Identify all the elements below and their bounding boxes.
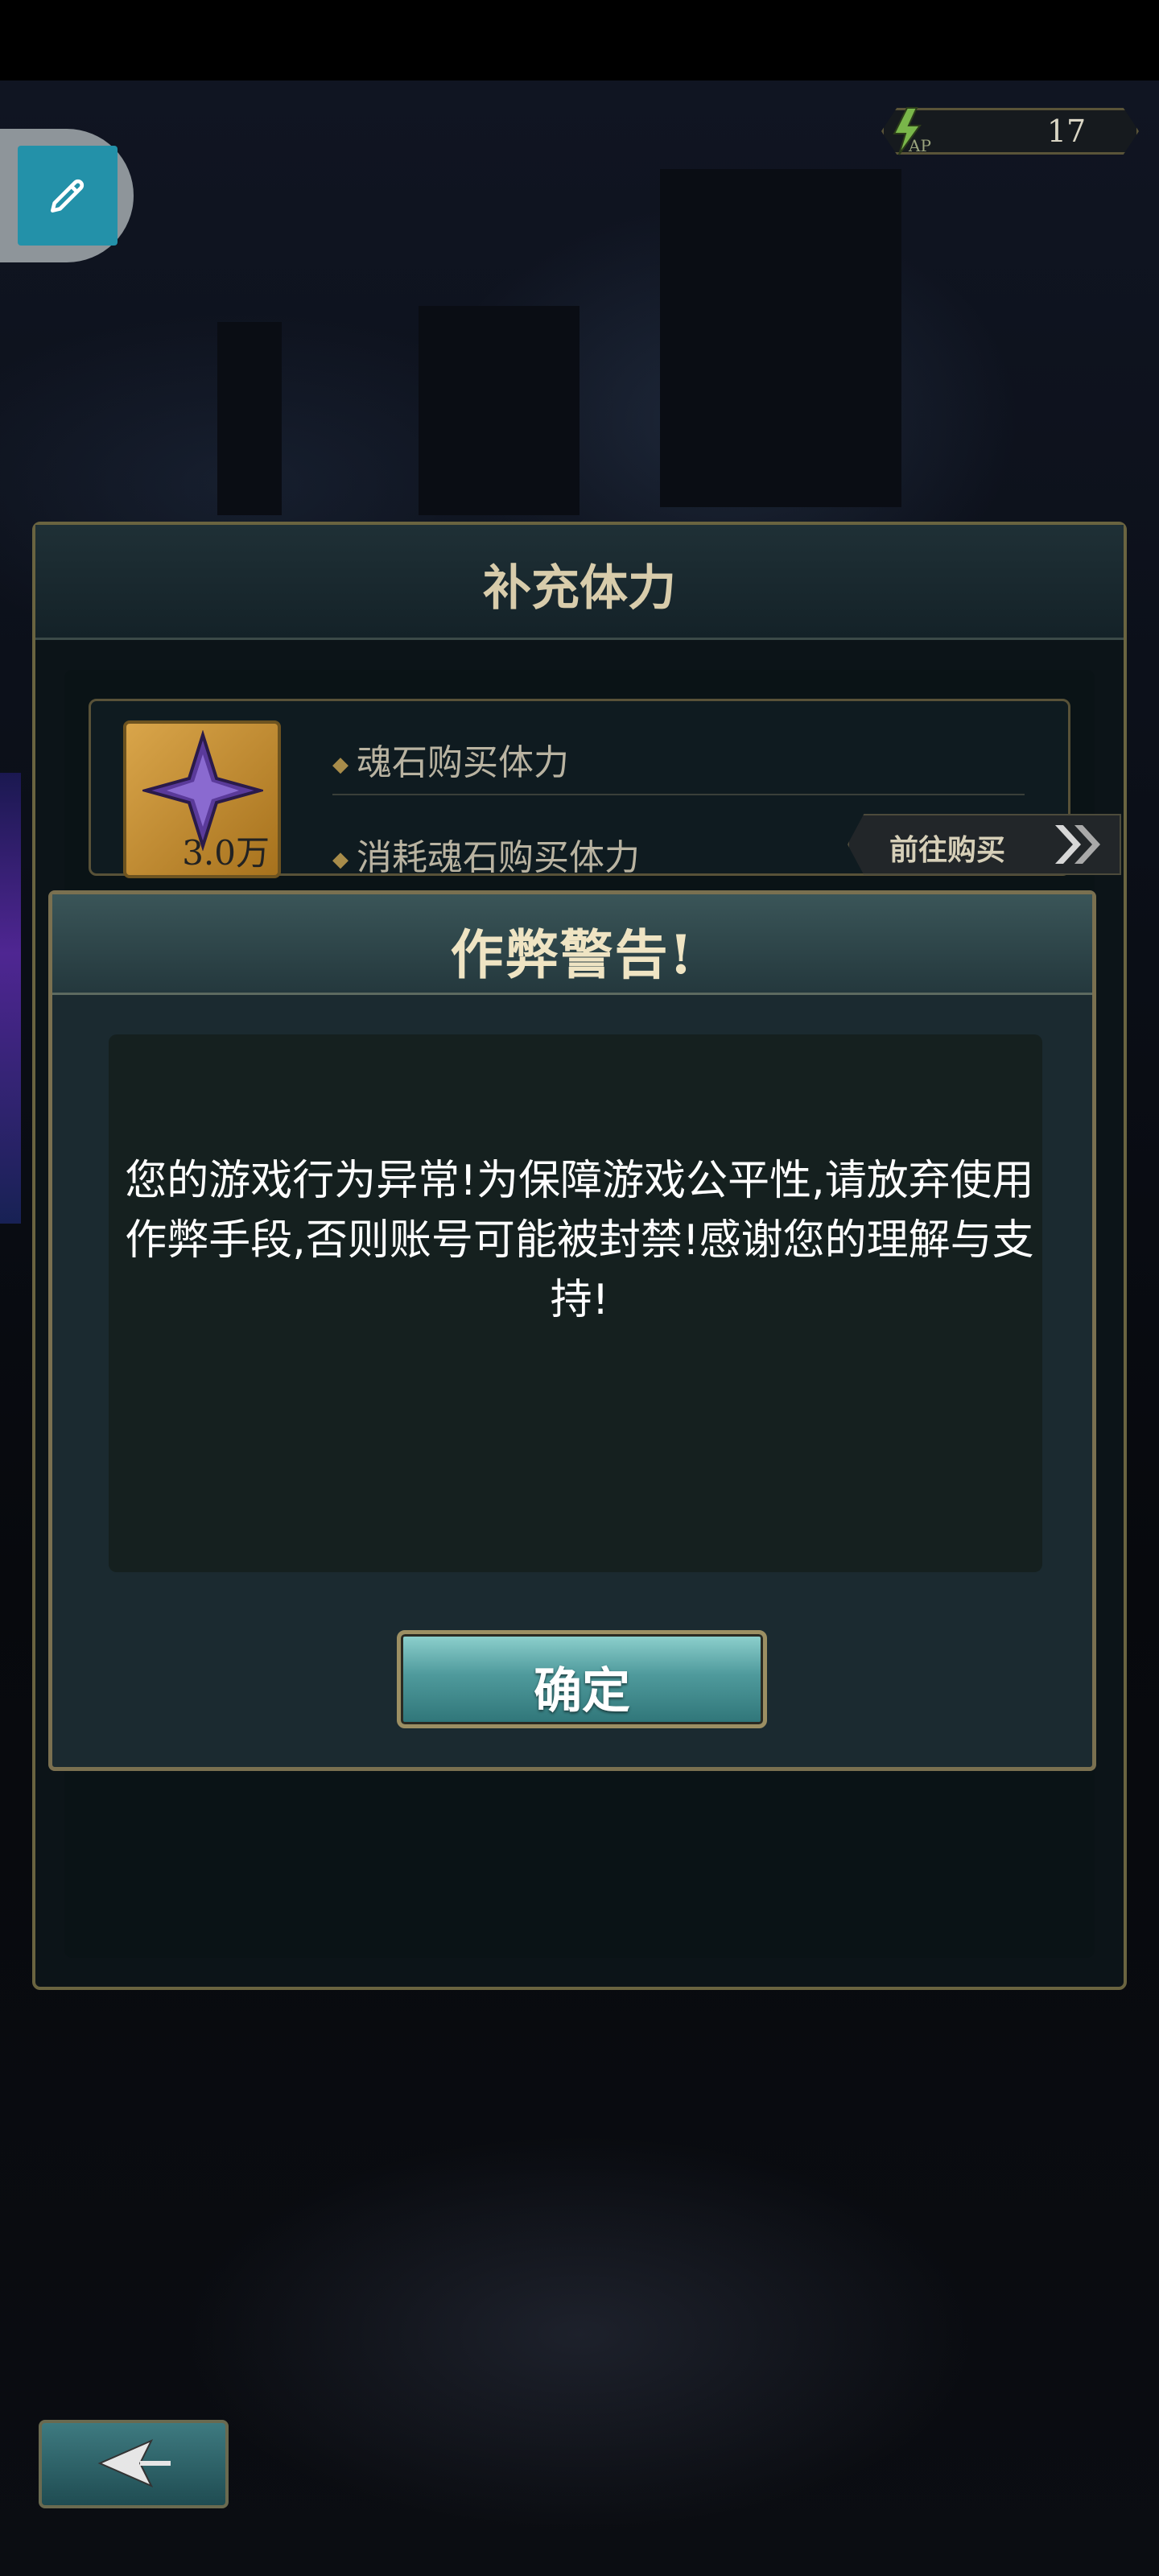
confirm-button[interactable]: 确定: [397, 1630, 767, 1728]
back-button[interactable]: [39, 2420, 229, 2508]
divider: [332, 794, 1025, 795]
soul-stone-purchase-item: 3.0万 ◆ 魂石购买体力 ◆ 消耗魂石购买体力 前往购买: [89, 699, 1121, 878]
go-buy-label: 前往购买: [889, 834, 1006, 867]
ap-counter: AP 17: [865, 103, 1155, 159]
row-soul-stone-buy: ◆ 魂石购买体力: [332, 733, 569, 785]
eyedropper-icon: [50, 179, 85, 213]
item-count: 3.0万: [182, 833, 270, 873]
background-building: [217, 322, 282, 515]
svg-text:AP: AP: [908, 136, 931, 155]
background-glow: [0, 773, 21, 1224]
panel-title: 补充体力: [483, 560, 676, 617]
row-label: 消耗魂石购买体力: [357, 837, 640, 878]
cheat-warning-dialog: 作弊警告! 确定: [48, 890, 1096, 1771]
confirm-label: 确定: [534, 1663, 630, 1719]
panel-header: 补充体力: [35, 525, 1124, 640]
eyedropper-button[interactable]: [18, 146, 118, 246]
status-bar: [0, 0, 1159, 80]
double-chevron-icon: [1055, 825, 1100, 864]
bullet-icon: ◆: [332, 753, 349, 777]
row-label: 魂石购买体力: [357, 742, 569, 783]
ap-value: 17: [1046, 114, 1087, 149]
bullet-icon: ◆: [332, 848, 349, 872]
soul-stone-tile: 3.0万: [123, 720, 281, 878]
background-building: [419, 306, 580, 515]
background-building: [660, 169, 901, 507]
row-consume-soul-stone: ◆ 消耗魂石购买体力: [332, 828, 640, 880]
dialog-title: 作弊警告!: [450, 923, 695, 986]
go-buy-button[interactable]: 前往购买: [848, 814, 1121, 875]
back-arrow-icon: [97, 2438, 171, 2488]
lightning-ap-icon: AP: [893, 107, 931, 155]
dialog-header: 作弊警告!: [52, 894, 1092, 995]
dialog-message: 您的游戏行为异常!为保障游戏公平性,请放弃使用作弊手段,否则账号可能被封禁!感谢…: [125, 1157, 1034, 1324]
